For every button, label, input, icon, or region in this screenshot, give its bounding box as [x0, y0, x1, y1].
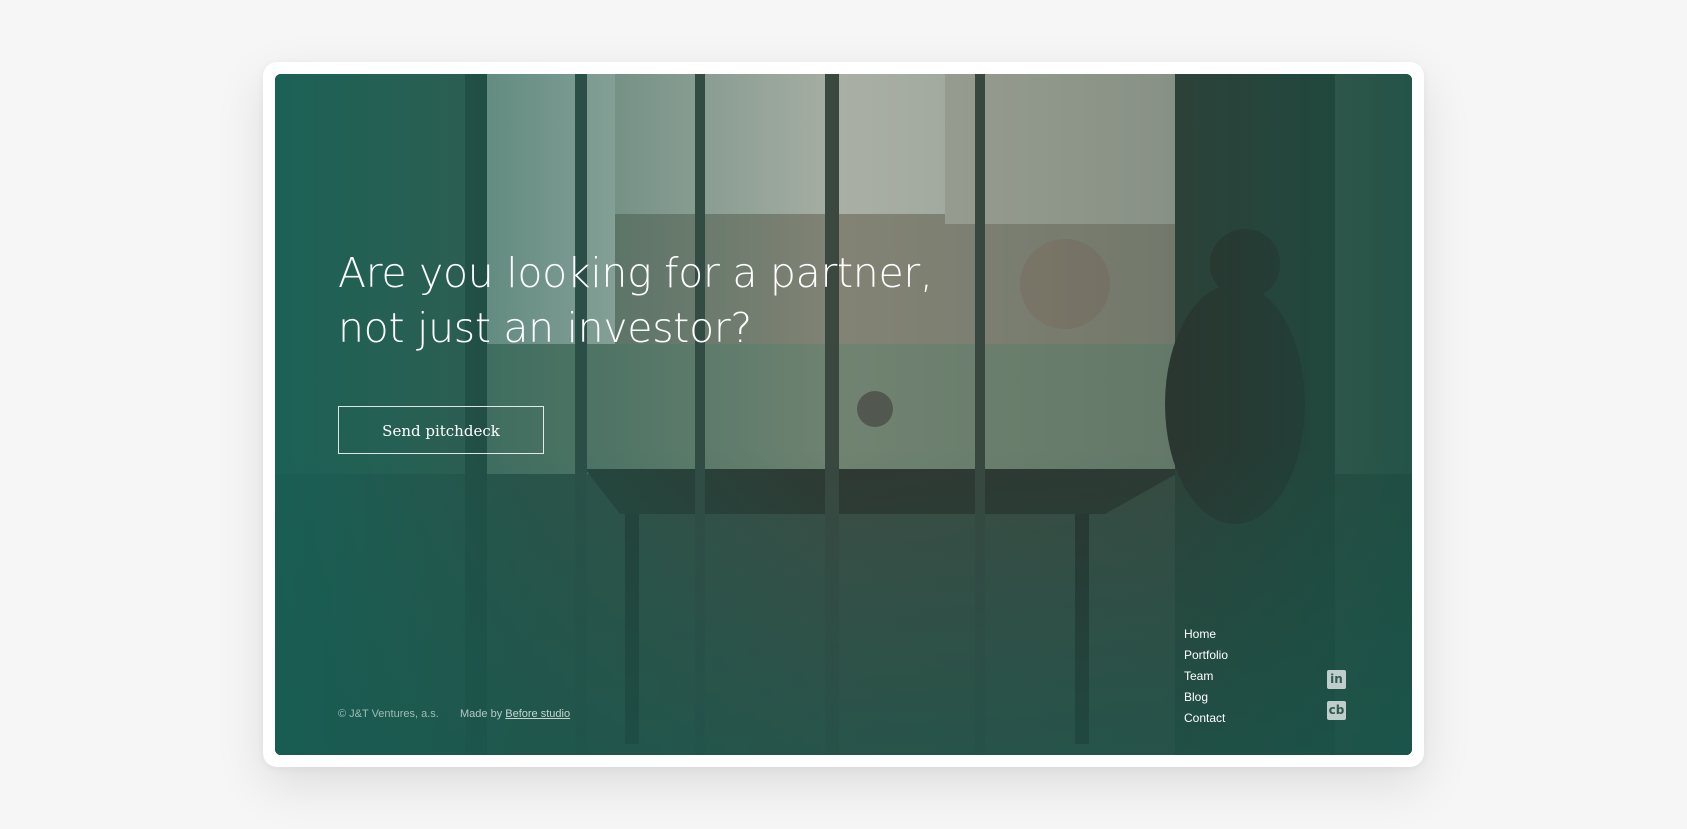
hero-section: Are you looking for a partner, not just …: [275, 74, 1412, 755]
before-studio-link[interactable]: Before studio: [505, 708, 570, 720]
headline-line-1: Are you looking for a partner,: [338, 249, 933, 297]
copyright-text: © J&T Ventures, a.s.: [338, 708, 439, 720]
nav-item-home[interactable]: Home: [1184, 624, 1228, 645]
made-by-text: Made by Before studio: [460, 708, 570, 720]
send-pitchdeck-button[interactable]: Send pitchdeck: [338, 406, 544, 454]
social-links: in cb: [1327, 670, 1346, 732]
nav-item-blog[interactable]: Blog: [1184, 687, 1228, 708]
nav-item-portfolio[interactable]: Portfolio: [1184, 645, 1228, 666]
nav-item-contact[interactable]: Contact: [1184, 708, 1228, 729]
nav-item-team[interactable]: Team: [1184, 666, 1228, 687]
linkedin-icon[interactable]: in: [1327, 670, 1346, 689]
browser-card: Are you looking for a partner, not just …: [263, 62, 1424, 767]
footer-nav: Home Portfolio Team Blog Contact: [1184, 624, 1228, 729]
made-by-prefix: Made by: [460, 708, 503, 720]
crunchbase-icon[interactable]: cb: [1327, 701, 1346, 720]
hero-headline: Are you looking for a partner, not just …: [338, 246, 958, 356]
headline-line-2: not just an investor?: [338, 304, 752, 352]
